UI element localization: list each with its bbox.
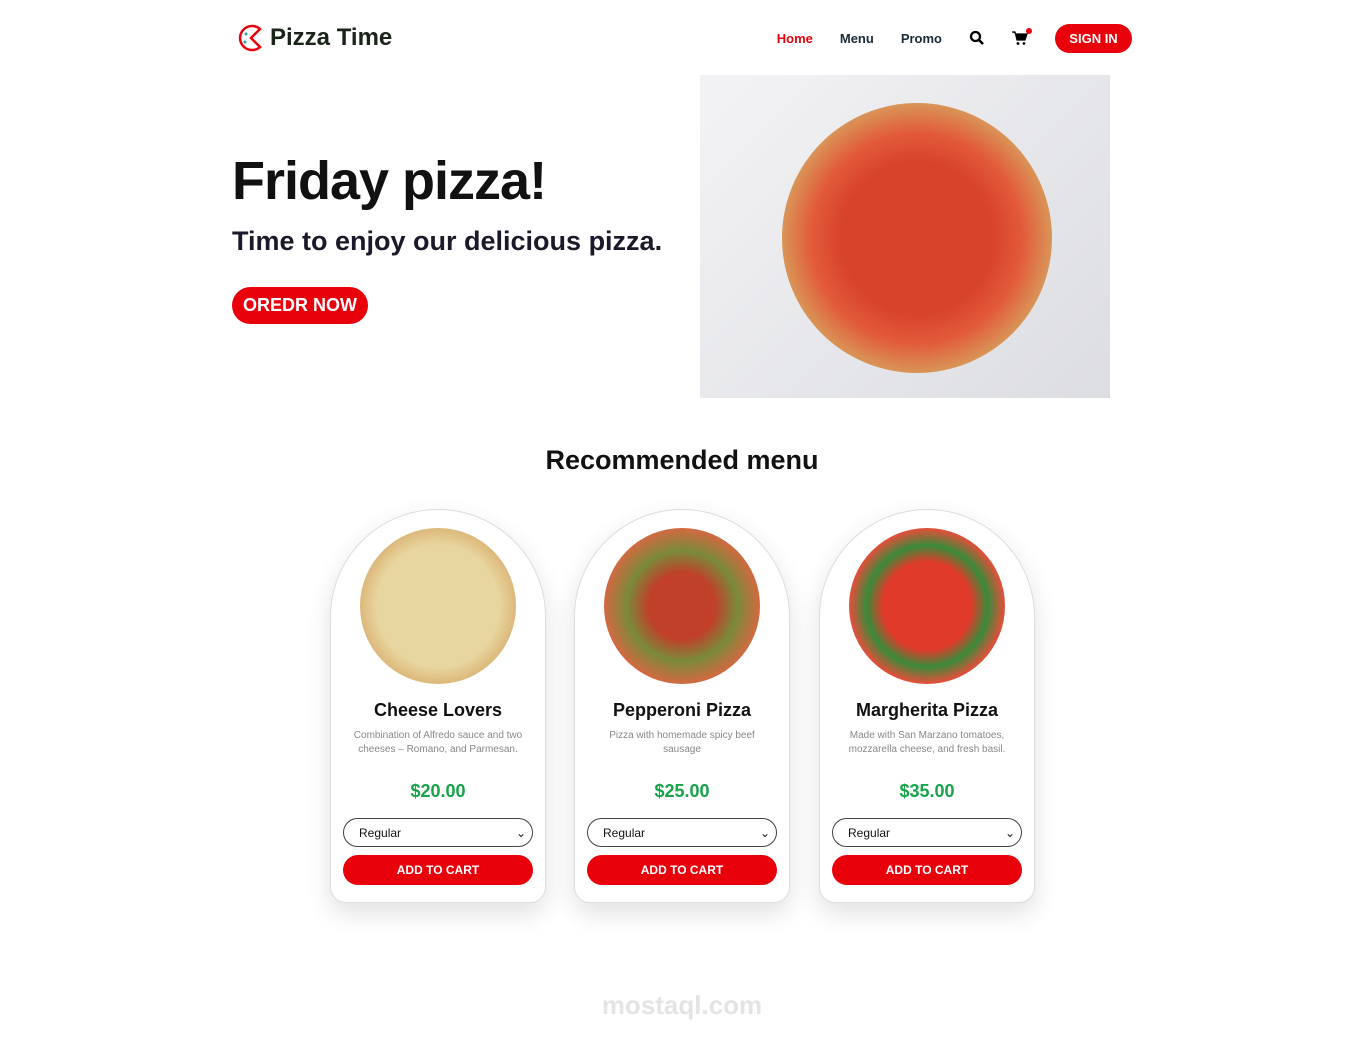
hero-title: Friday pizza! bbox=[232, 151, 547, 211]
size-select[interactable]: Regular ⌄ bbox=[832, 818, 1022, 847]
hero-subtitle: Time to enjoy our delicious pizza. bbox=[232, 226, 663, 256]
size-select[interactable]: Regular ⌄ bbox=[343, 818, 533, 847]
add-to-cart-button[interactable]: ADD TO CART bbox=[587, 855, 777, 885]
pizza-logo-icon bbox=[238, 24, 262, 52]
pizza-price: $20.00 bbox=[410, 781, 466, 801]
pizza-description: Made with San Marzano tomatoes, mozzarel… bbox=[848, 730, 1006, 755]
menu-card: Cheese Lovers Combination of Alfredo sau… bbox=[330, 509, 546, 903]
nav-promo[interactable]: Promo bbox=[901, 31, 942, 46]
size-select[interactable]: Regular ⌄ bbox=[587, 818, 777, 847]
menu-card: Pepperoni Pizza Pizza with homemade spic… bbox=[574, 509, 790, 903]
pizza-description: Combination of Alfredo sauce and two che… bbox=[353, 730, 523, 755]
pizza-name: Cheese Lovers bbox=[373, 700, 503, 720]
chevron-down-icon: ⌄ bbox=[1004, 825, 1015, 840]
nav-menu[interactable]: Menu bbox=[840, 31, 874, 46]
add-to-cart-button[interactable]: ADD TO CART bbox=[832, 855, 1022, 885]
pizza-name: Margherita Pizza bbox=[855, 700, 999, 720]
pizza-image bbox=[604, 528, 760, 684]
navbar: Pizza Time Home Menu Promo SIGN IN bbox=[236, 20, 1132, 56]
pizza-image bbox=[849, 528, 1005, 684]
menu-card: Margherita Pizza Made with San Marzano t… bbox=[819, 509, 1035, 903]
pizza-image bbox=[360, 528, 516, 684]
size-value: Regular bbox=[603, 825, 646, 840]
pizza-description: Pizza with homemade spicy beef sausage bbox=[609, 730, 755, 755]
sign-in-button[interactable]: SIGN IN bbox=[1055, 23, 1132, 53]
nav-home[interactable]: Home bbox=[777, 31, 813, 46]
section-title: Recommended menu bbox=[545, 445, 819, 475]
brand-name: Pizza Time bbox=[270, 24, 393, 51]
cart-badge bbox=[1026, 28, 1032, 34]
logo[interactable]: Pizza Time bbox=[236, 22, 392, 54]
pizza-price: $25.00 bbox=[654, 781, 710, 801]
order-now-button[interactable]: OREDR NOW bbox=[232, 287, 368, 324]
cart-icon[interactable] bbox=[1012, 28, 1032, 46]
chevron-down-icon: ⌄ bbox=[515, 825, 526, 840]
search-icon[interactable] bbox=[969, 30, 985, 46]
pizza-price: $35.00 bbox=[899, 781, 955, 801]
size-value: Regular bbox=[848, 825, 891, 840]
pizza-name: Pepperoni Pizza bbox=[612, 700, 752, 720]
hero-pizza-image bbox=[700, 75, 1110, 398]
chevron-down-icon: ⌄ bbox=[759, 825, 770, 840]
watermark: mostaql.com bbox=[601, 990, 763, 1020]
add-to-cart-button[interactable]: ADD TO CART bbox=[343, 855, 533, 885]
size-value: Regular bbox=[359, 825, 402, 840]
